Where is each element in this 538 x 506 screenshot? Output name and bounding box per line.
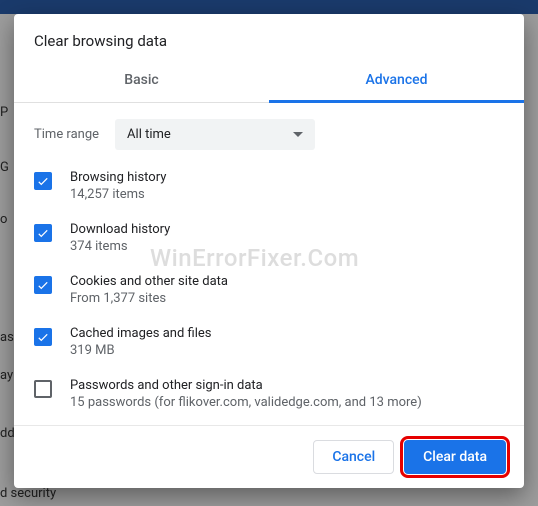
check-icon — [36, 226, 50, 240]
dialog-footer: Cancel Clear data — [14, 425, 524, 488]
check-icon — [36, 278, 50, 292]
list-item: Download history 374 items — [34, 212, 508, 264]
list-item: Cached images and files 319 MB — [34, 316, 508, 368]
checkbox-browsing-history[interactable] — [34, 172, 52, 190]
checkbox-cookies[interactable] — [34, 276, 52, 294]
item-subtitle: 319 MB — [70, 343, 211, 358]
clear-browsing-data-dialog: Clear browsing data Basic Advanced Time … — [14, 14, 524, 488]
checkbox-cached-images[interactable] — [34, 328, 52, 346]
dialog-tabs: Basic Advanced — [14, 62, 524, 103]
list-item: Autofill form data — [34, 420, 508, 425]
item-title: Passwords and other sign-in data — [70, 378, 422, 393]
time-range-select[interactable]: All time — [115, 119, 315, 150]
item-title: Download history — [70, 222, 170, 237]
item-title: Cached images and files — [70, 326, 211, 341]
time-range-row: Time range All time — [34, 103, 508, 160]
list-item: Cookies and other site data From 1,377 s… — [34, 264, 508, 316]
dialog-title: Clear browsing data — [14, 14, 524, 62]
item-title: Cookies and other site data — [70, 274, 228, 289]
checkbox-passwords[interactable] — [34, 380, 52, 398]
time-range-value: All time — [127, 127, 171, 142]
list-item: Browsing history 14,257 items — [34, 160, 508, 212]
item-subtitle: 374 items — [70, 239, 170, 254]
list-item: Passwords and other sign-in data 15 pass… — [34, 368, 508, 420]
item-subtitle: 14,257 items — [70, 187, 166, 202]
item-title: Browsing history — [70, 170, 166, 185]
tab-advanced[interactable]: Advanced — [269, 62, 524, 103]
options-scroll-area[interactable]: Time range All time Browsing history 14,… — [14, 103, 524, 425]
clear-data-button[interactable]: Clear data — [404, 440, 506, 474]
browser-top-bar — [0, 0, 538, 14]
tab-basic[interactable]: Basic — [14, 62, 269, 102]
time-range-label: Time range — [34, 127, 99, 142]
item-subtitle: From 1,377 sites — [70, 291, 228, 306]
check-icon — [36, 174, 50, 188]
item-subtitle: 15 passwords (for flikover.com, validedg… — [70, 395, 422, 410]
check-icon — [36, 330, 50, 344]
chevron-down-icon — [293, 132, 303, 137]
checkbox-download-history[interactable] — [34, 224, 52, 242]
cancel-button[interactable]: Cancel — [313, 440, 394, 474]
